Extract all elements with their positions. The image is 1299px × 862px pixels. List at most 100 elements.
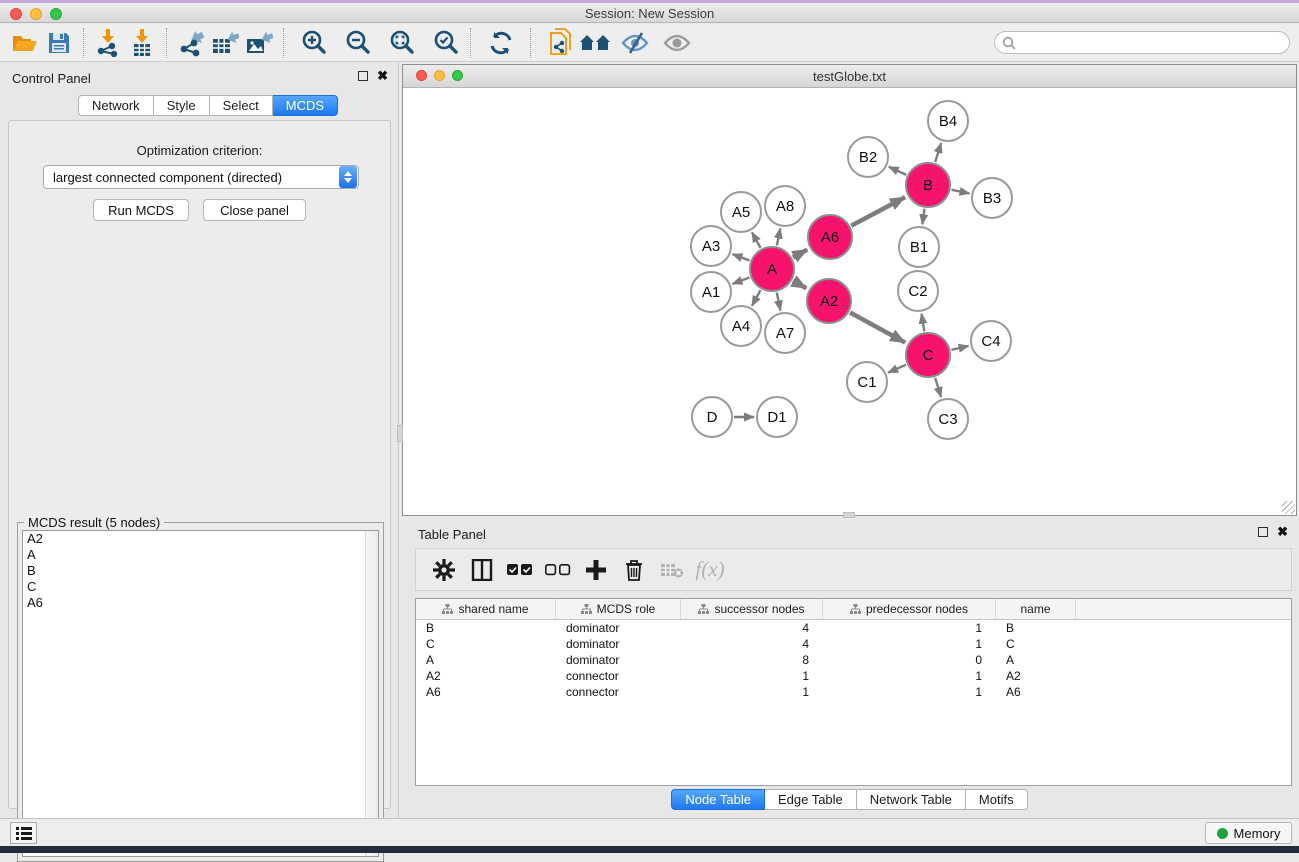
table-cell[interactable]: A2 (416, 668, 556, 684)
table-cell[interactable]: 4 (681, 636, 823, 652)
graph-node-C1[interactable]: C1 (846, 361, 888, 403)
graph-node-B[interactable]: B (905, 162, 951, 208)
table-cell[interactable]: 8 (681, 652, 823, 668)
network-canvas[interactable]: AA1A2A3A4A5A6A7A8BB1B2B3B4CC1C2C3C4DD1 (403, 88, 1296, 515)
graph-node-B2[interactable]: B2 (847, 136, 889, 178)
split-divider-grip-vertical[interactable] (397, 425, 403, 442)
zoom-out-icon[interactable] (341, 27, 375, 59)
add-column-icon[interactable] (577, 553, 615, 587)
table-row[interactable]: A6connector11A6 (416, 684, 1291, 700)
graph-edge-C-C3[interactable] (935, 378, 941, 397)
tab-motifs[interactable]: Motifs (966, 789, 1028, 810)
save-session-icon[interactable] (42, 27, 76, 59)
open-session-icon[interactable] (8, 27, 42, 59)
task-history-button[interactable] (10, 822, 37, 844)
export-network-icon[interactable] (174, 27, 208, 59)
tab-style[interactable]: Style (154, 95, 210, 116)
show-columns-icon[interactable] (463, 553, 501, 587)
graph-node-A1[interactable]: A1 (690, 271, 732, 313)
deselect-all-columns-icon[interactable] (539, 553, 577, 587)
import-network-icon[interactable] (91, 27, 125, 59)
graph-edge-A-A8[interactable] (777, 229, 781, 246)
table-cell[interactable]: A6 (416, 684, 556, 700)
graph-edge-A-A4[interactable] (752, 290, 761, 306)
graph-node-A8[interactable]: A8 (764, 185, 806, 227)
graph-edge-A-A1[interactable] (733, 277, 750, 283)
graph-edge-B-B2[interactable] (889, 167, 906, 175)
graph-edge-A-A6[interactable] (793, 250, 807, 258)
zoom-in-icon[interactable] (297, 27, 331, 59)
close-table-panel-icon[interactable]: ✖ (1277, 527, 1288, 537)
graph-node-A2[interactable]: A2 (806, 278, 852, 324)
graph-node-A7[interactable]: A7 (764, 312, 806, 354)
graph-node-C2[interactable]: C2 (897, 270, 939, 312)
tab-mcds[interactable]: MCDS (273, 95, 338, 116)
table-cell[interactable]: 0 (823, 652, 996, 668)
float-table-panel-icon[interactable] (1258, 527, 1268, 537)
table-cell[interactable]: A (996, 652, 1076, 668)
graph-node-C4[interactable]: C4 (970, 320, 1012, 362)
graph-node-A5[interactable]: A5 (720, 191, 762, 233)
graph-edge-B-B1[interactable] (922, 209, 924, 224)
network-window-titlebar[interactable]: testGlobe.txt (403, 65, 1296, 88)
column-header-predecessor-nodes[interactable]: predecessor nodes (823, 599, 996, 619)
table-cell[interactable]: A6 (996, 684, 1076, 700)
table-cell[interactable]: 1 (681, 668, 823, 684)
export-table-icon[interactable] (208, 27, 242, 59)
tab-node-table[interactable]: Node Table (671, 789, 765, 810)
graph-node-A4[interactable]: A4 (720, 305, 762, 347)
graph-edge-A-A3[interactable] (733, 254, 750, 260)
graph-node-A[interactable]: A (749, 246, 795, 292)
result-list-item[interactable]: A6 (23, 595, 378, 611)
graph-node-B1[interactable]: B1 (898, 226, 940, 268)
graph-node-C[interactable]: C (905, 332, 951, 378)
close-panel-button[interactable]: Close panel (203, 199, 306, 221)
graph-node-B4[interactable]: B4 (927, 100, 969, 142)
tab-network-table[interactable]: Network Table (857, 789, 966, 810)
table-cell[interactable]: C (996, 636, 1076, 652)
split-divider-grip-horizontal[interactable] (843, 512, 855, 518)
export-image-icon[interactable] (242, 27, 276, 59)
table-row[interactable]: A2connector11A2 (416, 668, 1291, 684)
column-header-name[interactable]: name (996, 599, 1076, 619)
result-list-item[interactable]: B (23, 563, 378, 579)
zoom-selected-icon[interactable] (429, 27, 463, 59)
table-row[interactable]: Cdominator41C (416, 636, 1291, 652)
table-cell[interactable]: 1 (823, 636, 996, 652)
column-header-shared-name[interactable]: shared name (416, 599, 556, 619)
tab-network[interactable]: Network (78, 95, 154, 116)
home-icon[interactable] (578, 27, 612, 59)
table-cell[interactable]: C (416, 636, 556, 652)
table-cell[interactable]: connector (556, 684, 681, 700)
graph-node-A3[interactable]: A3 (690, 225, 732, 267)
graph-node-D[interactable]: D (691, 396, 733, 438)
select-all-columns-icon[interactable] (501, 553, 539, 587)
graph-node-C3[interactable]: C3 (927, 398, 969, 440)
tab-edge-table[interactable]: Edge Table (765, 789, 857, 810)
graph-edge-C-C2[interactable] (922, 314, 925, 332)
graph-edge-C-C4[interactable] (951, 346, 968, 350)
close-panel-icon[interactable]: ✖ (377, 71, 388, 81)
table-cell[interactable]: A (416, 652, 556, 668)
table-cell[interactable]: 1 (823, 668, 996, 684)
graph-node-D1[interactable]: D1 (756, 396, 798, 438)
table-cell[interactable]: connector (556, 668, 681, 684)
float-panel-icon[interactable] (358, 71, 368, 81)
graph-edge-A-A7[interactable] (777, 293, 781, 311)
column-header-successor-nodes[interactable]: successor nodes (681, 599, 823, 619)
graph-edge-C-C1[interactable] (888, 365, 906, 373)
table-row[interactable]: Adominator80A (416, 652, 1291, 668)
graph-edge-A-A2[interactable] (793, 281, 806, 289)
show-all-eye-icon[interactable] (660, 27, 694, 59)
search-box[interactable] (994, 31, 1290, 54)
table-cell[interactable]: 1 (823, 620, 996, 636)
result-list-scrollbar[interactable] (365, 531, 378, 856)
mcds-result-list[interactable]: A2ABCA6 (22, 530, 379, 857)
tab-select[interactable]: Select (210, 95, 273, 116)
result-list-item[interactable]: A (23, 547, 378, 563)
graph-edge-A6-B[interactable] (851, 197, 905, 226)
hide-selected-eye-icon[interactable] (618, 27, 652, 59)
graph-edge-A-A5[interactable] (752, 232, 761, 248)
graph-edge-B-B3[interactable] (952, 190, 970, 194)
table-cell[interactable]: 1 (823, 684, 996, 700)
